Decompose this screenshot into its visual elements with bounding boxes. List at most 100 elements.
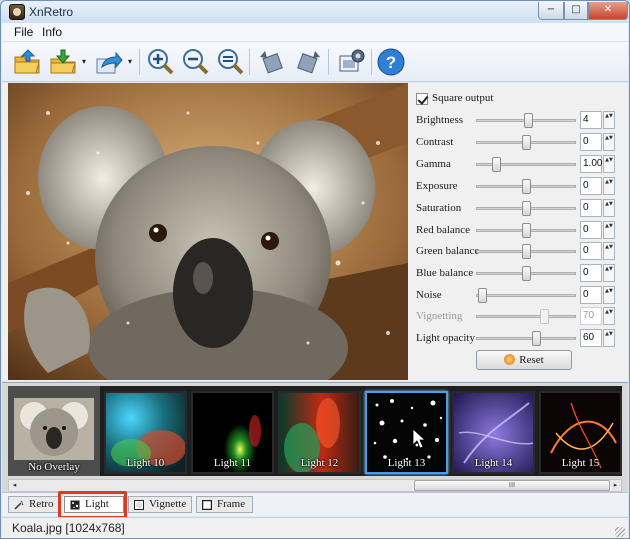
slider-value-field[interactable]: 0 [580,177,602,195]
slider-thumb[interactable] [522,266,531,281]
slider-thumb[interactable] [522,179,531,194]
slider-value-field[interactable]: 1.00 [580,155,602,173]
spinner-arrows-icon: ▲▼ [603,307,615,325]
slider-value-field[interactable]: 4 [580,111,602,129]
close-button[interactable]: ✕ [588,2,628,20]
spinner-arrows-icon[interactable]: ▲▼ [603,155,615,173]
tab-vignette[interactable]: Vignette [128,496,192,513]
slider-label: Blue balance [416,267,474,279]
thumbnail-label: Light 11 [213,457,252,469]
spinner-arrows-icon[interactable]: ▲▼ [603,199,615,217]
menu-file[interactable]: File [14,25,33,39]
slider-thumb [540,309,549,324]
spinner-arrows-icon[interactable]: ▲▼ [603,329,615,347]
spinner-arrows-icon[interactable]: ▲▼ [603,177,615,195]
thumbnail-light-14[interactable]: Light 14 [452,391,535,474]
scroll-left-icon[interactable]: ◂ [9,480,20,491]
spinner-arrows-icon[interactable]: ▲▼ [603,264,615,282]
slider-thumb[interactable] [522,201,531,216]
menu-bar: File Info [2,23,628,42]
spinner-arrows-icon[interactable]: ▲▼ [603,111,615,129]
slider-track[interactable] [476,294,576,297]
overlay-strip: No Overlay Light 10 Light 11 Light 12 Li… [2,382,628,492]
tab-frame[interactable]: Frame [196,496,253,513]
zoom-out-icon[interactable] [180,47,210,77]
slider-thumb[interactable] [524,113,533,128]
thumbnail-light-13[interactable]: Light 13 [365,391,448,474]
slider-track[interactable] [476,163,576,166]
resize-grip-icon[interactable] [615,527,625,537]
thumbnail-light-11[interactable]: Light 11 [191,391,274,474]
svg-text:?: ? [386,53,396,72]
adjustment-panel: Square output Brightness 4 ▲▼ Contrast 0… [414,89,624,379]
slider-label: Saturation [416,202,462,214]
save-icon[interactable] [48,47,78,77]
slider-value-field[interactable]: 0 [580,221,602,239]
slider-value-field[interactable]: 0 [580,199,602,217]
help-icon[interactable]: ? [376,47,406,77]
tab-label: Vignette [149,498,187,510]
toolbar-separator [249,49,250,75]
slider-thumb[interactable] [522,135,531,150]
slider-label: Light opacity [416,332,475,344]
open-folder-icon[interactable] [12,47,42,77]
share-icon[interactable] [94,47,124,77]
menu-info[interactable]: Info [42,25,62,39]
slider-value-field[interactable]: 60 [580,329,602,347]
thumbnail-list: No Overlay Light 10 Light 11 Light 12 Li… [8,386,622,476]
slider-thumb[interactable] [492,157,501,172]
thumbnail-label: No Overlay [28,461,80,473]
slider-thumb[interactable] [478,288,487,303]
slider-thumb[interactable] [522,223,531,238]
square-output-checkbox[interactable] [416,93,428,105]
slider-thumb[interactable] [522,244,531,259]
share-dropdown-icon[interactable]: ▾ [128,57,136,66]
slider-label: Contrast [416,136,454,148]
thumbnail-light-12[interactable]: Light 12 [278,391,361,474]
reset-button[interactable]: Reset [476,350,572,370]
title-bar: XnRetro − □ ✕ [1,1,629,23]
thumbnail-label: Light 10 [126,457,165,469]
slider-value-field[interactable]: 0 [580,264,602,282]
slider-row-exposure: Exposure 0 ▲▼ [416,176,624,196]
slider-label: Green balance [416,245,480,257]
frame-icon [202,500,212,510]
tab-retro[interactable]: Retro [8,496,60,513]
slider-label: Gamma [416,158,451,170]
slider-value-field[interactable]: 0 [580,242,602,260]
thumbnail-no-overlay[interactable]: No Overlay [8,386,100,476]
zoom-in-icon[interactable] [145,47,175,77]
spinner-arrows-icon[interactable]: ▲▼ [603,286,615,304]
slider-thumb[interactable] [532,331,541,346]
thumbnail-light-15[interactable]: Light 15 [539,391,622,474]
spinner-arrows-icon[interactable]: ▲▼ [603,242,615,260]
spinner-arrows-icon[interactable]: ▲▼ [603,221,615,239]
slider-label: Noise [416,289,442,301]
screenshot-icon[interactable] [336,47,366,77]
koala-photo [8,83,408,380]
spinner-arrows-icon[interactable]: ▲▼ [603,133,615,151]
slider-value-field[interactable]: 0 [580,286,602,304]
editor-area: Square output Brightness 4 ▲▼ Contrast 0… [2,83,628,381]
thumbnail-light-10[interactable]: Light 10 [104,391,187,474]
wand-icon [14,500,24,510]
scrollbar-thumb[interactable]: III [414,480,610,491]
scroll-right-icon[interactable]: ▸ [610,480,621,491]
rotate-right-icon[interactable] [294,47,324,77]
rotate-left-icon[interactable] [256,47,286,77]
slider-track [476,315,576,318]
slider-label: Brightness [416,114,464,126]
tab-label: Frame [217,498,246,510]
zoom-fit-icon[interactable] [215,47,245,77]
thumbnail-label: Light 12 [300,457,339,469]
minimize-button[interactable]: − [538,2,564,20]
save-dropdown-icon[interactable]: ▾ [82,57,90,66]
window-title: XnRetro [29,5,74,19]
slider-track[interactable] [476,337,576,340]
status-bar: Koala.jpg [1024x768] [2,517,628,538]
thumbnail-label: Light 13 [387,457,426,469]
slider-value-field: 70 [580,307,602,325]
vignette-icon [134,500,144,510]
maximize-button[interactable]: □ [564,2,588,20]
slider-value-field[interactable]: 0 [580,133,602,151]
